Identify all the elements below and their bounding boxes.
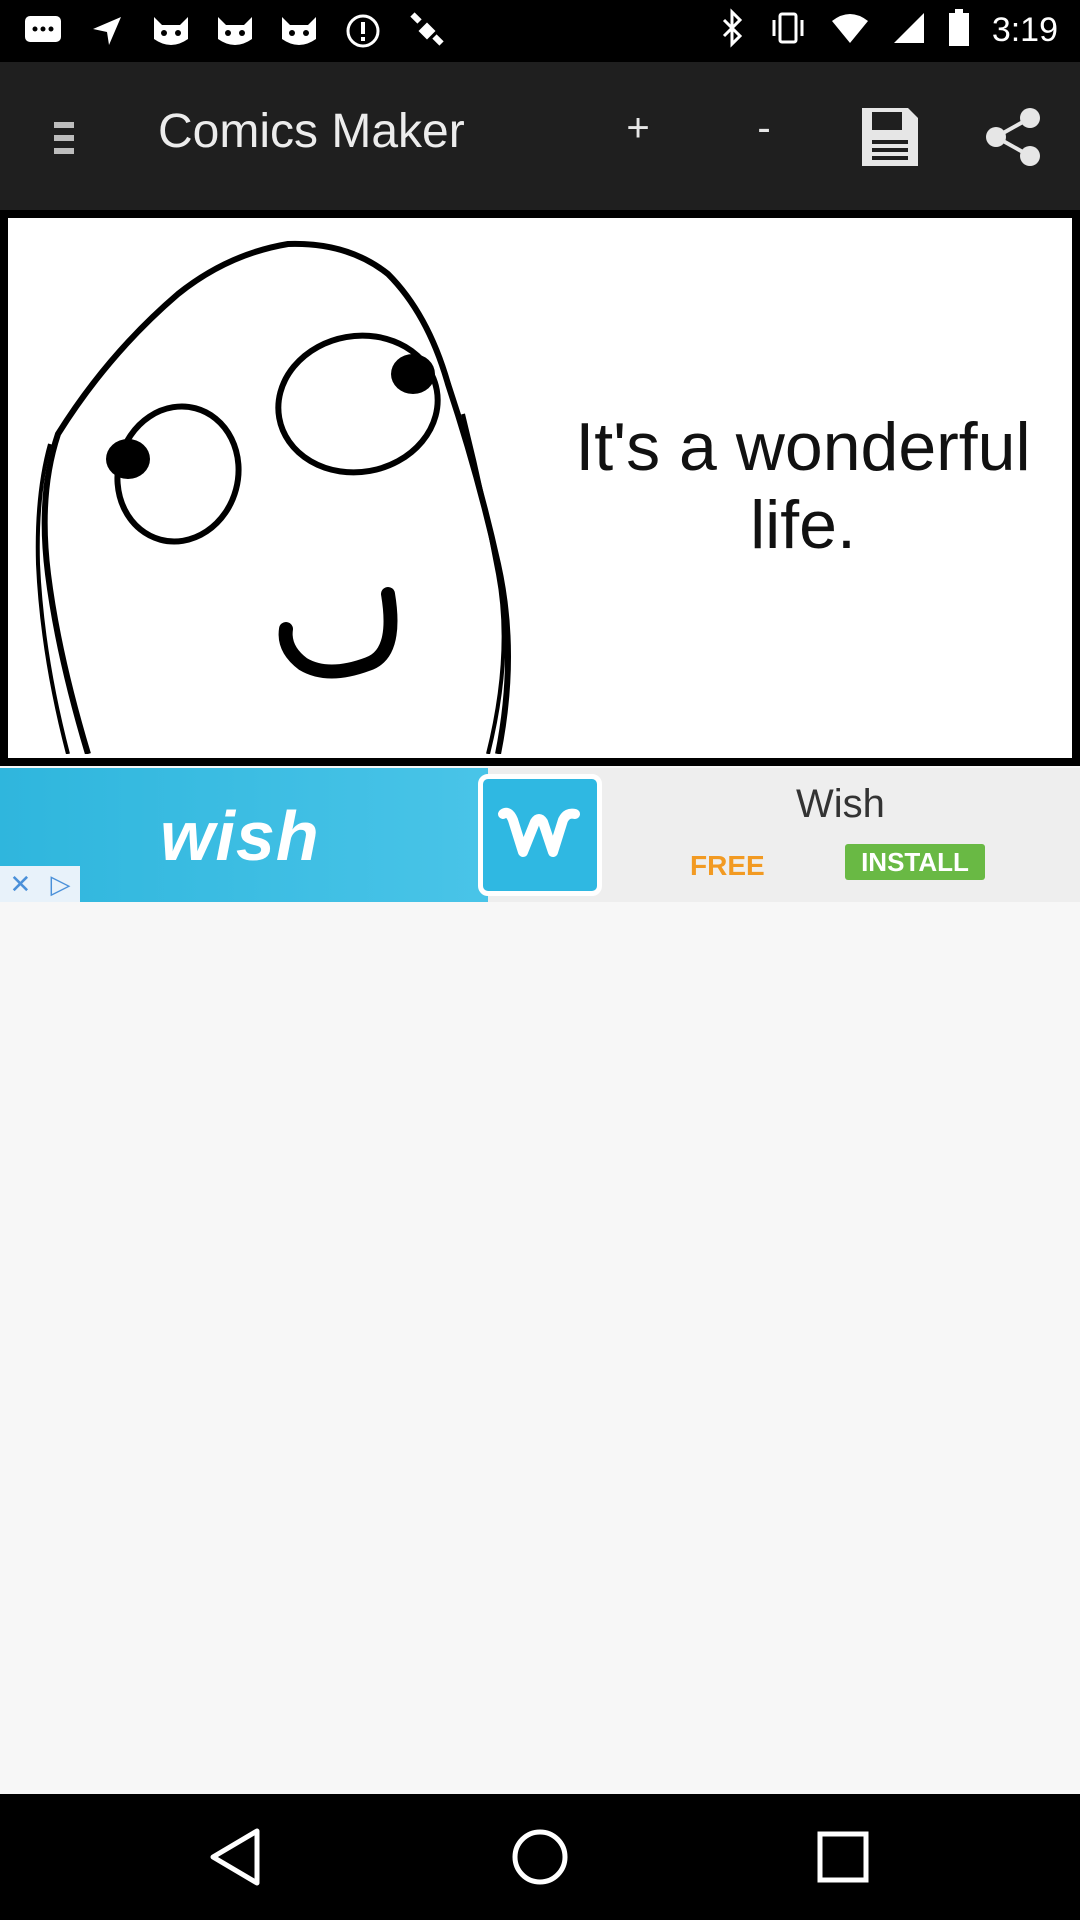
status-bar: 3:19 (0, 0, 1080, 62)
alert-icon (342, 10, 384, 52)
empty-content-area (0, 902, 1080, 1794)
app-bar: Comics Maker + - (0, 62, 1080, 210)
ad-title: Wish (796, 782, 885, 826)
system-icons: 3:19 (718, 8, 1058, 53)
close-icon[interactable]: ✕ (10, 869, 32, 900)
battery-icon (948, 9, 970, 52)
vibrate-icon (768, 8, 808, 53)
ad-choices-icon[interactable]: ▷ (50, 869, 70, 900)
message-icon (22, 10, 64, 52)
recent-apps-icon[interactable] (808, 1822, 878, 1892)
cat-face-icon (278, 10, 320, 52)
install-button[interactable]: INSTALL (845, 844, 985, 880)
ad-brand-logo: wish (160, 797, 320, 875)
wifi-icon (830, 11, 870, 50)
save-icon[interactable] (860, 106, 920, 168)
comic-caption[interactable]: It's a wonderful life. (568, 408, 1038, 564)
comic-frame: It's a wonderful life. (0, 210, 1080, 766)
comic-panel[interactable]: It's a wonderful life. (8, 218, 1072, 758)
cat-face-icon (214, 10, 256, 52)
notification-icons (22, 10, 448, 52)
share-icon[interactable] (982, 106, 1044, 168)
status-time: 3:19 (991, 11, 1058, 49)
satellite-icon (406, 10, 448, 52)
ad-price-label: FREE (690, 850, 765, 881)
zoom-out-button[interactable]: - (734, 106, 794, 151)
wish-app-icon[interactable] (478, 774, 602, 896)
derp-face-character[interactable] (28, 234, 548, 754)
app-title: Comics Maker (158, 105, 465, 158)
navigation-icon (86, 10, 128, 52)
ad-banner[interactable]: wish ✕ ▷ Wish FREE INSTALL (0, 768, 1080, 902)
signal-icon (892, 11, 926, 50)
cat-face-icon (150, 10, 192, 52)
menu-icon[interactable] (40, 114, 88, 162)
bluetooth-icon (718, 8, 746, 53)
navigation-bar (0, 1794, 1080, 1920)
back-icon[interactable] (200, 1822, 270, 1892)
zoom-in-button[interactable]: + (608, 106, 668, 151)
home-icon[interactable] (505, 1822, 575, 1892)
ad-close-button[interactable]: ✕ ▷ (0, 866, 80, 902)
